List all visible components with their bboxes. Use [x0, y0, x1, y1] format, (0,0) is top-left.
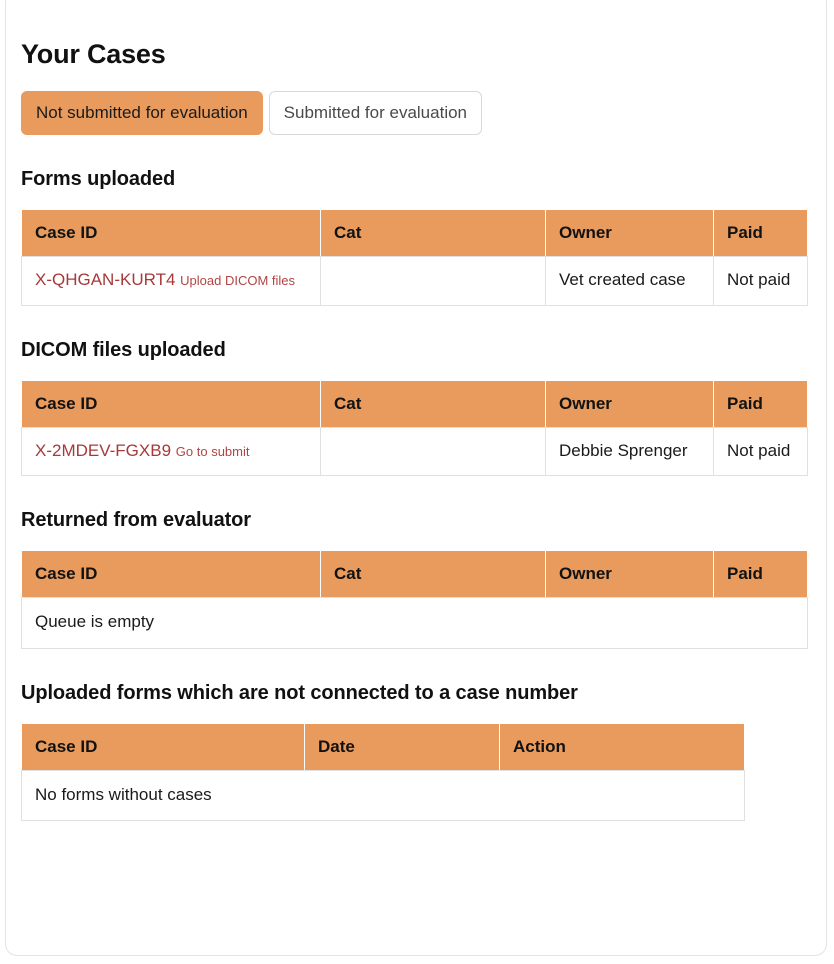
tab-not-submitted-for-evaluation[interactable]: Not submitted for evaluation [21, 91, 263, 135]
tab-submitted-for-evaluation[interactable]: Submitted for evaluation [268, 91, 483, 135]
table-wrapper: Case ID Cat Owner Paid X-QHGAN-KURT4 Upl… [21, 209, 821, 306]
column-header-owner: Owner [545, 550, 714, 599]
cell-paid: Not paid [713, 256, 808, 306]
section-dicom-files-uploaded: DICOM files uploaded Case ID Cat Owner P… [21, 339, 821, 477]
section-heading: Forms uploaded [21, 168, 176, 190]
table-header-row: Case ID Cat Owner Paid [21, 379, 808, 428]
page-content: Your Cases Not submitted for evaluation … [21, 1, 821, 822]
cell-paid: Not paid [713, 426, 808, 477]
page-title: Your Cases [21, 39, 166, 69]
tab-bar: Not submitted for evaluation Submitted f… [21, 91, 821, 135]
table-row-empty: No forms without cases [21, 769, 745, 822]
section-uploaded-forms-without-case: Uploaded forms which are not connected t… [21, 682, 821, 822]
column-header-cat: Cat [320, 209, 546, 257]
table-header-row: Case ID Cat Owner Paid [21, 209, 808, 257]
dicom-files-uploaded-table: Case ID Cat Owner Paid X-2MDEV-FGXB9 Go … [21, 379, 808, 477]
cell-cat [320, 426, 546, 477]
forms-without-cases-table: Case ID Date Action No forms without cas… [21, 722, 745, 822]
column-header-owner: Owner [545, 209, 714, 257]
column-header-case-id: Case ID [21, 209, 321, 257]
column-header-case-id: Case ID [21, 379, 321, 428]
table-wrapper: Case ID Date Action No forms without cas… [21, 722, 821, 822]
empty-state-message: Queue is empty [21, 597, 808, 649]
section-heading: DICOM files uploaded [21, 338, 226, 361]
section-heading: Returned from evaluator [21, 509, 251, 532]
cell-case-id: X-QHGAN-KURT4 Upload DICOM files [21, 256, 321, 306]
table-header-row: Case ID Cat Owner Paid [21, 550, 808, 599]
cell-cat [320, 256, 546, 306]
column-header-date: Date [304, 722, 500, 771]
table-header-row: Case ID Date Action [21, 722, 745, 771]
upload-dicom-files-link[interactable]: Upload DICOM files [180, 273, 295, 288]
go-to-submit-link[interactable]: Go to submit [176, 444, 250, 459]
table-wrapper: Case ID Cat Owner Paid Queue is empty [21, 550, 821, 649]
table-row-empty: Queue is empty [21, 597, 808, 649]
table-row: X-QHGAN-KURT4 Upload DICOM files Vet cre… [21, 256, 808, 306]
column-header-action: Action [499, 722, 745, 771]
cell-owner: Vet created case [545, 256, 714, 306]
page-card: Your Cases Not submitted for evaluation … [5, 0, 827, 956]
case-id-link[interactable]: X-QHGAN-KURT4 [35, 270, 175, 289]
empty-state-message: No forms without cases [21, 769, 745, 822]
column-header-case-id: Case ID [21, 550, 321, 599]
column-header-owner: Owner [545, 379, 714, 428]
table-row: X-2MDEV-FGXB9 Go to submit Debbie Spreng… [21, 426, 808, 477]
cell-case-id: X-2MDEV-FGXB9 Go to submit [21, 426, 321, 477]
section-returned-from-evaluator: Returned from evaluator Case ID Cat Owne… [21, 509, 821, 649]
column-header-cat: Cat [320, 550, 546, 599]
column-header-paid: Paid [713, 209, 808, 257]
section-heading: Uploaded forms which are not connected t… [21, 681, 578, 704]
forms-uploaded-table: Case ID Cat Owner Paid X-QHGAN-KURT4 Upl… [21, 209, 808, 306]
column-header-cat: Cat [320, 379, 546, 428]
table-wrapper: Case ID Cat Owner Paid X-2MDEV-FGXB9 Go … [21, 379, 821, 477]
column-header-case-id: Case ID [21, 722, 305, 771]
case-id-link[interactable]: X-2MDEV-FGXB9 [35, 441, 171, 460]
section-forms-uploaded: Forms uploaded Case ID Cat Owner Paid X-… [21, 168, 821, 306]
column-header-paid: Paid [713, 379, 808, 428]
returned-from-evaluator-table: Case ID Cat Owner Paid Queue is empty [21, 550, 808, 649]
column-header-paid: Paid [713, 550, 808, 599]
cell-owner: Debbie Sprenger [545, 426, 714, 477]
